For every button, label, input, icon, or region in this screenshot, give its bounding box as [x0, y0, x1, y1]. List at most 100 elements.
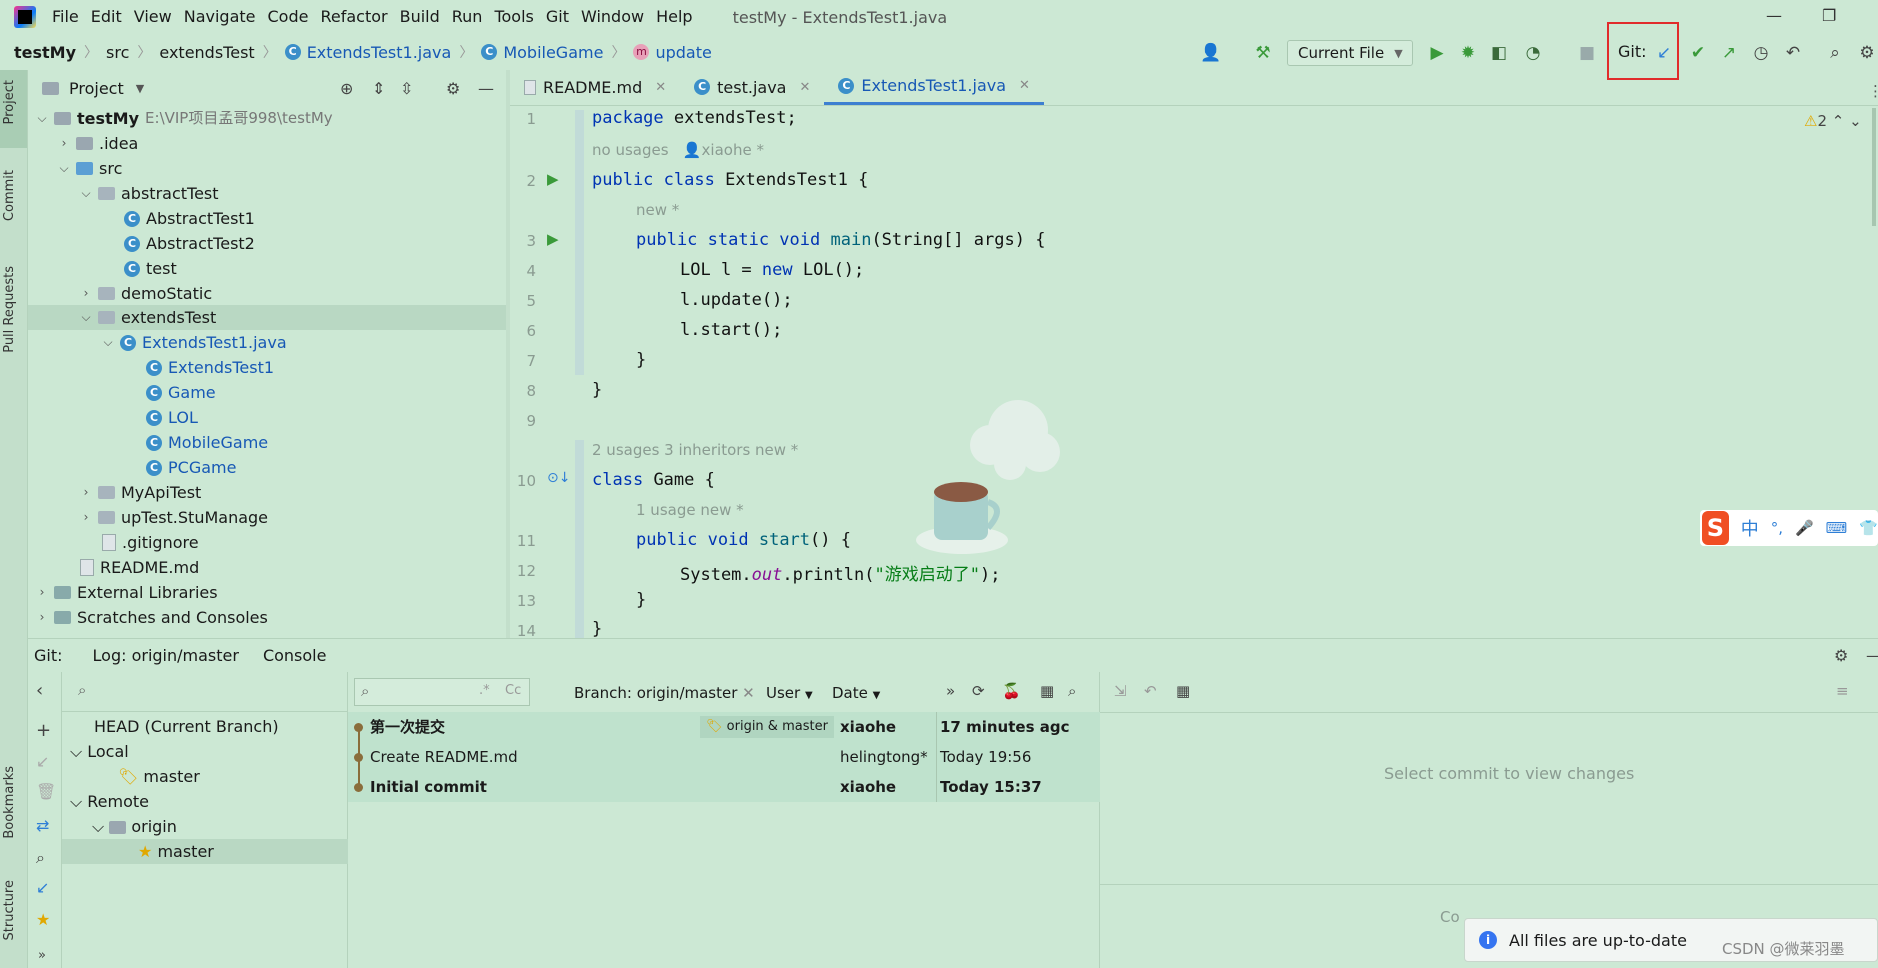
tree-item[interactable]: › upTest.StuManage — [80, 505, 268, 530]
branch-origin-master[interactable]: ★ master — [138, 839, 214, 864]
tab-console[interactable]: Console — [257, 646, 333, 665]
breadcrumb-package[interactable]: extendsTest — [159, 43, 254, 62]
branch-head[interactable]: HEAD (Current Branch) — [94, 714, 279, 739]
close-icon[interactable]: ✕ — [742, 684, 755, 702]
tree-item[interactable]: › Scratches and Consoles — [36, 605, 268, 630]
inlay-hint[interactable]: 2 usages 3 inheritors new * — [592, 441, 798, 459]
tree-item[interactable]: › MyApiTest — [80, 480, 202, 505]
run-gutter-icon[interactable]: ▶ — [547, 230, 559, 248]
tree-item[interactable]: ⌵ abstractTest — [80, 181, 218, 206]
run-gutter-icon[interactable]: ▶ — [547, 170, 559, 188]
skin-icon[interactable]: 👕 — [1859, 519, 1878, 537]
chevron-down-icon[interactable]: ▼ — [136, 82, 144, 95]
menu-tools[interactable]: Tools — [488, 0, 539, 34]
tree-item[interactable]: ⌵ C ExtendsTest1.java — [102, 330, 286, 355]
rollback-icon[interactable]: ↶ — [1782, 42, 1804, 64]
run-icon[interactable]: ▶ — [1426, 42, 1448, 64]
tree-item[interactable]: Ctest — [124, 256, 177, 281]
branch-group-origin[interactable]: ⌵ origin — [92, 814, 177, 839]
refresh-icon[interactable]: ⟳ — [972, 682, 985, 700]
stop-icon[interactable]: ■ — [1576, 42, 1598, 64]
stripe-project-tab[interactable]: Project — [2, 80, 17, 124]
breadcrumb-file[interactable]: C ExtendsTest1.java — [284, 43, 451, 62]
coverage-icon[interactable]: ◧ — [1488, 42, 1510, 64]
tree-item[interactable]: › .idea — [58, 131, 139, 156]
menu-code[interactable]: Code — [262, 0, 315, 34]
breadcrumb-class[interactable]: C MobileGame — [481, 43, 603, 62]
keyboard-icon[interactable]: ⌨ — [1826, 519, 1848, 537]
gear-icon[interactable]: ⚙ — [446, 79, 460, 98]
search-icon[interactable]: ⌕ — [36, 848, 45, 868]
tree-item[interactable]: ⌵ src — [58, 156, 122, 181]
branch-local-master[interactable]: 🏷 master — [118, 764, 200, 789]
inlay-hint[interactable]: new * — [636, 201, 679, 219]
microphone-icon[interactable]: 🎤 — [1795, 519, 1814, 537]
profile-icon[interactable]: ◔ — [1522, 42, 1544, 64]
tree-item[interactable]: ⌵ extendsTest — [80, 305, 216, 330]
tab-log-origin-master[interactable]: Log: origin/master — [87, 646, 245, 665]
menu-edit[interactable]: Edit — [85, 0, 128, 34]
update-icon[interactable]: ↙ — [36, 878, 49, 897]
back-icon[interactable]: ‹ — [36, 680, 43, 701]
collapse-all-icon[interactable]: ⇳ — [400, 79, 413, 98]
build-hammer-icon[interactable]: ⚒ — [1252, 42, 1274, 64]
delete-icon[interactable]: 🗑 — [36, 782, 56, 801]
more-tabs-icon[interactable]: ⋮ — [1868, 82, 1878, 100]
settings-icon[interactable]: ⚙ — [1834, 646, 1848, 665]
tree-item[interactable]: C AbstractTest2 — [124, 231, 255, 256]
menu-file[interactable]: File — [46, 0, 85, 34]
menu-view[interactable]: View — [128, 0, 178, 34]
layout-icon[interactable]: ▦ — [1176, 682, 1190, 700]
layout-icon[interactable]: ▦ — [1040, 682, 1054, 700]
diff-icon[interactable]: ⇲ — [1114, 682, 1127, 700]
more-icon[interactable]: » — [946, 682, 955, 700]
minimize-icon[interactable]: — — [1766, 6, 1782, 25]
menu-build[interactable]: Build — [394, 0, 446, 34]
menu-help[interactable]: Help — [650, 0, 698, 34]
inlay-hint[interactable]: 1 usage new * — [636, 501, 744, 519]
implemented-gutter-icon[interactable]: ⊙↓ — [547, 470, 570, 486]
compare-icon[interactable]: ⇄ — [36, 816, 49, 835]
tree-item[interactable]: › demoStatic — [80, 281, 213, 306]
branch-group-remote[interactable]: ⌵ Remote — [70, 789, 149, 814]
stripe-pull-requests-tab[interactable]: Pull Requests — [2, 266, 17, 353]
tree-item[interactable]: C Game — [146, 380, 216, 405]
punctuation-icon[interactable]: °, — [1771, 519, 1783, 537]
expand-all-icon[interactable]: ⇕ — [372, 79, 385, 98]
tree-item[interactable]: C ExtendsTest1 — [146, 355, 274, 380]
tree-root[interactable]: ⌵ testMy E:\VIP项目孟哥998\testMy — [36, 106, 332, 131]
hide-icon[interactable]: — — [1866, 646, 1878, 665]
debug-icon[interactable]: ✹ — [1457, 42, 1479, 64]
add-icon[interactable]: + — [36, 720, 51, 741]
menu-run[interactable]: Run — [446, 0, 489, 34]
commit-row[interactable]: Create README.md helingtong* Today 19:56 — [348, 742, 1100, 772]
tab-extends-test1[interactable]: C ExtendsTest1.java ✕ — [824, 69, 1044, 105]
stripe-commit-tab[interactable]: Commit — [2, 170, 17, 221]
branch-search[interactable]: ⌕ — [62, 672, 348, 712]
hide-icon[interactable]: — — [478, 79, 494, 98]
menu-window[interactable]: Window — [575, 0, 650, 34]
ime-toolbar[interactable]: S 中 °, 🎤 ⌨ 👕 — [1700, 510, 1878, 546]
tree-item[interactable]: C MobileGame — [146, 430, 268, 455]
match-case-icon[interactable]: Cc — [505, 683, 521, 698]
menu-navigate[interactable]: Navigate — [178, 0, 262, 34]
breadcrumb-project[interactable]: testMy — [14, 43, 76, 62]
expand-icon[interactable]: ≡ — [1836, 682, 1849, 700]
menu-git[interactable]: Git — [540, 0, 575, 34]
close-icon[interactable]: ✕ — [655, 80, 666, 95]
scrollbar[interactable] — [1872, 108, 1876, 226]
breadcrumb-src[interactable]: src — [106, 43, 129, 62]
tree-item[interactable]: C LOL — [146, 405, 198, 430]
tab-test-java[interactable]: Ctest.java ✕ — [680, 69, 824, 105]
inlay-hint[interactable]: no usages 👤xiaohe * — [592, 141, 764, 159]
run-configuration-select[interactable]: Current File ▼ — [1287, 40, 1413, 66]
cherry-pick-icon[interactable]: 🍒 — [1002, 682, 1021, 700]
tree-item[interactable]: C PCGame — [146, 455, 236, 480]
branch-filter[interactable]: Branch: origin/master ✕ — [574, 684, 755, 702]
user-filter[interactable]: User ▼ — [766, 684, 813, 702]
commit-row[interactable]: Initial commit xiaohe Today 15:37 — [348, 772, 1100, 802]
regex-icon[interactable]: .* — [479, 683, 490, 698]
search-icon[interactable]: ⌕ — [1068, 682, 1076, 700]
close-icon[interactable]: ✕ — [1019, 78, 1030, 93]
tree-item[interactable]: .gitignore — [102, 530, 199, 555]
